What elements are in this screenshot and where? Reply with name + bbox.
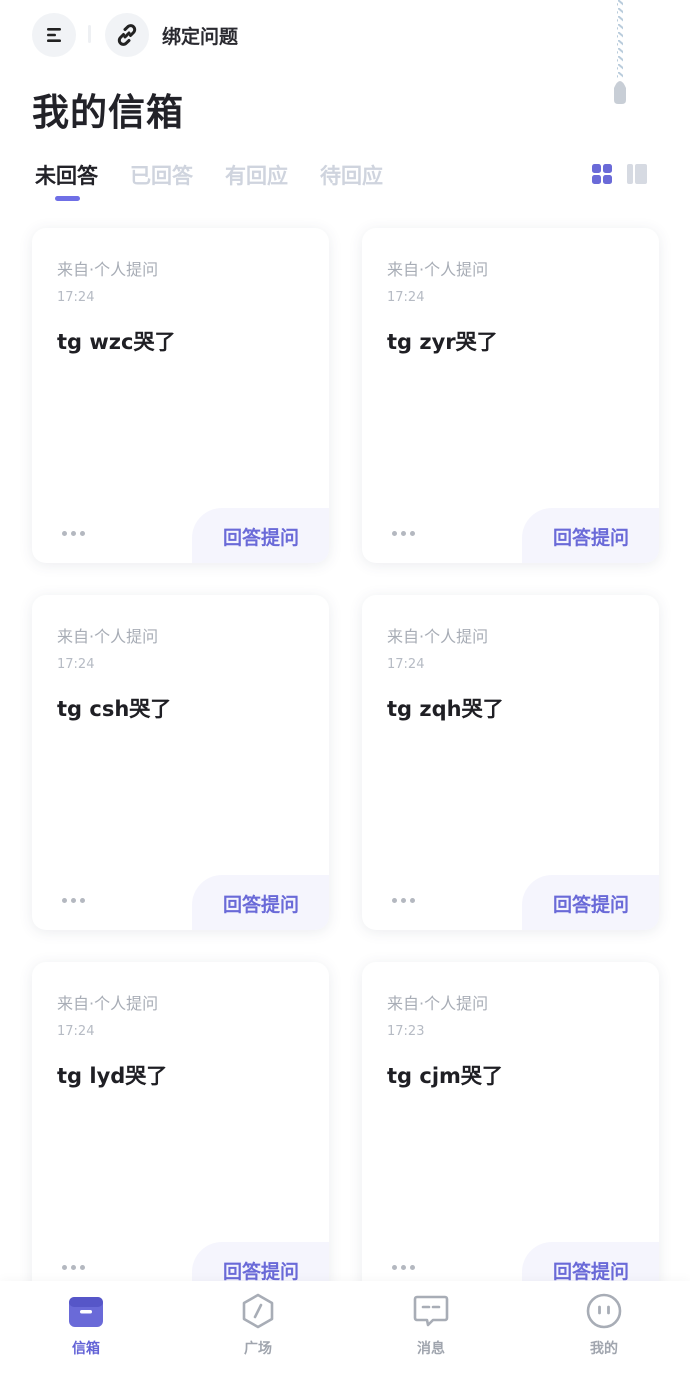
answer-question-button[interactable]: 回答提问 — [522, 508, 659, 563]
more-dots-icon[interactable] — [62, 531, 85, 536]
more-dots-icon[interactable] — [392, 898, 415, 903]
more-dots-icon[interactable] — [62, 898, 85, 903]
card-question: tg wzc哭了 — [57, 330, 176, 354]
nav-label: 广场 — [244, 1341, 272, 1357]
card-time: 17:24 — [387, 657, 425, 672]
card-time: 17:24 — [387, 290, 425, 305]
card-question: tg cjm哭了 — [387, 1064, 503, 1088]
card-source: 来自·个人提问 — [387, 994, 489, 1013]
nav-item-messages[interactable]: 消息 — [371, 1281, 491, 1388]
more-dots-icon[interactable] — [392, 1265, 415, 1270]
question-card[interactable]: 来自·个人提问 17:24 tg lyd哭了 回答提问 — [32, 962, 329, 1297]
nav-item-profile[interactable]: 我的 — [544, 1281, 664, 1388]
card-question: tg zyr哭了 — [387, 330, 498, 354]
question-card[interactable]: 来自·个人提问 17:24 tg wzc哭了 回答提问 — [32, 228, 329, 563]
answer-question-button[interactable]: 回答提问 — [192, 508, 329, 563]
question-card-grid: 来自·个人提问 17:24 tg wzc哭了 回答提问 来自·个人提问 17:2… — [0, 0, 690, 1388]
answer-question-button[interactable]: 回答提问 — [522, 875, 659, 930]
question-card[interactable]: 来自·个人提问 17:24 tg zyr哭了 回答提问 — [362, 228, 659, 563]
card-source: 来自·个人提问 — [57, 994, 159, 1013]
nav-item-square[interactable]: 广场 — [198, 1281, 318, 1388]
bottom-nav: 信箱 广场 消息 我的 — [0, 1281, 690, 1388]
card-time: 17:24 — [57, 1024, 95, 1039]
profile-face-icon — [586, 1293, 622, 1329]
mailbox-icon — [69, 1297, 103, 1327]
card-source: 来自·个人提问 — [387, 627, 489, 646]
question-card[interactable]: 来自·个人提问 17:24 tg csh哭了 回答提问 — [32, 595, 329, 930]
card-source: 来自·个人提问 — [387, 260, 489, 279]
card-time: 17:24 — [57, 657, 95, 672]
nav-item-mailbox[interactable]: 信箱 — [26, 1281, 146, 1388]
more-dots-icon[interactable] — [392, 531, 415, 536]
question-card[interactable]: 来自·个人提问 17:24 tg zqh哭了 回答提问 — [362, 595, 659, 930]
nav-label: 信箱 — [72, 1341, 100, 1357]
card-question: tg zqh哭了 — [387, 697, 504, 721]
card-time: 17:24 — [57, 290, 95, 305]
answer-question-button[interactable]: 回答提问 — [192, 875, 329, 930]
nav-label: 我的 — [590, 1341, 618, 1357]
message-icon — [413, 1295, 449, 1327]
card-question: tg csh哭了 — [57, 697, 172, 721]
card-time: 17:23 — [387, 1024, 425, 1039]
more-dots-icon[interactable] — [62, 1265, 85, 1270]
card-source: 来自·个人提问 — [57, 627, 159, 646]
card-question: tg lyd哭了 — [57, 1064, 168, 1088]
nav-label: 消息 — [417, 1341, 445, 1357]
card-source: 来自·个人提问 — [57, 260, 159, 279]
compass-icon — [242, 1293, 274, 1329]
question-card[interactable]: 来自·个人提问 17:23 tg cjm哭了 回答提问 — [362, 962, 659, 1297]
